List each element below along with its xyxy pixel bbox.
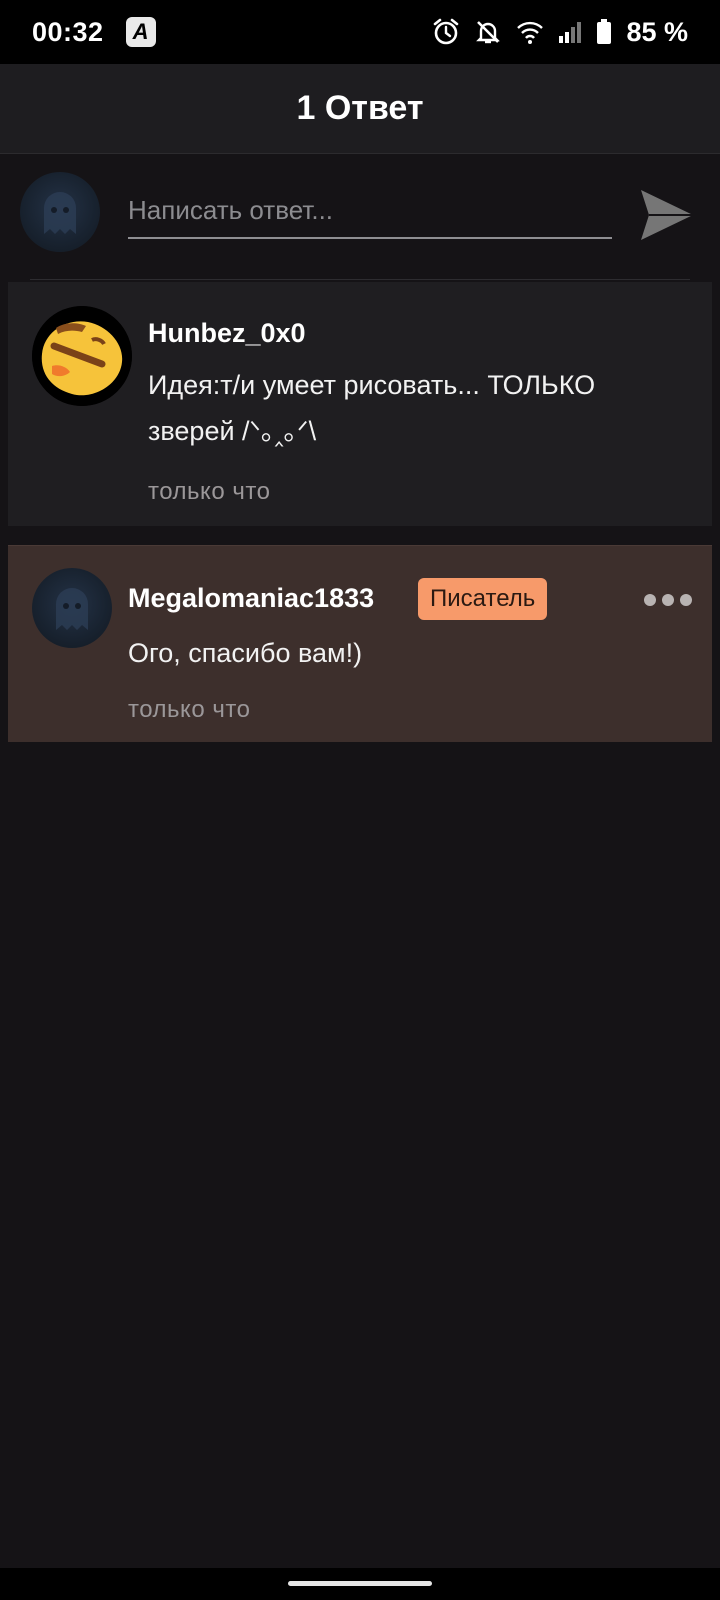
signal-icon bbox=[558, 20, 582, 44]
battery-icon bbox=[596, 19, 612, 45]
send-button[interactable] bbox=[636, 185, 698, 245]
status-time: 00:32 bbox=[32, 16, 104, 47]
wifi-icon bbox=[516, 19, 544, 45]
alarm-icon bbox=[432, 18, 460, 46]
user-avatar[interactable] bbox=[32, 306, 132, 406]
more-options-button[interactable] bbox=[644, 588, 692, 612]
replies-header: 1 Ответ bbox=[0, 64, 720, 154]
comment-username[interactable]: Megalomaniac1833 bbox=[128, 583, 374, 614]
notifications-off-icon bbox=[474, 18, 502, 46]
status-icons: 85 % bbox=[432, 17, 688, 48]
dot-icon bbox=[680, 594, 692, 606]
battery-level: 85 % bbox=[626, 16, 688, 47]
send-icon bbox=[641, 190, 693, 240]
status-bar: 00:32 A 85 % bbox=[0, 0, 720, 64]
divider bbox=[30, 279, 690, 280]
comment-username[interactable]: Hunbez_0x0 bbox=[148, 318, 306, 349]
navigation-bar bbox=[0, 1568, 720, 1600]
current-user-avatar[interactable] bbox=[20, 172, 100, 252]
thinking-emoji-avatar bbox=[32, 306, 132, 406]
writer-badge: Писатель bbox=[418, 578, 548, 620]
dot-icon bbox=[662, 594, 674, 606]
ghost-avatar-icon bbox=[56, 588, 88, 630]
page-title: 1 Ответ bbox=[296, 89, 424, 127]
comment-text: Идея:т/и умеет рисовать... ТОЛЬКО зверей… bbox=[148, 370, 596, 446]
comment-text: Ого, спасибо вам!) bbox=[128, 638, 363, 668]
comment-timestamp: только что bbox=[128, 696, 251, 723]
comment-card-highlighted[interactable]: Megalomaniac1833 Писатель Ого, спасибо в… bbox=[8, 545, 712, 742]
home-gesture-handle[interactable] bbox=[288, 1581, 432, 1586]
reply-compose bbox=[0, 155, 720, 280]
app-notification-icon: A bbox=[125, 17, 156, 47]
comment-card[interactable]: Hunbez_0x0 Идея:т/и умеет рисовать... ТО… bbox=[8, 282, 712, 526]
dot-icon bbox=[644, 594, 656, 606]
user-avatar[interactable] bbox=[32, 568, 112, 648]
comment-timestamp: только что bbox=[148, 478, 271, 505]
reply-input[interactable] bbox=[128, 183, 612, 239]
ghost-avatar-icon bbox=[44, 192, 76, 234]
